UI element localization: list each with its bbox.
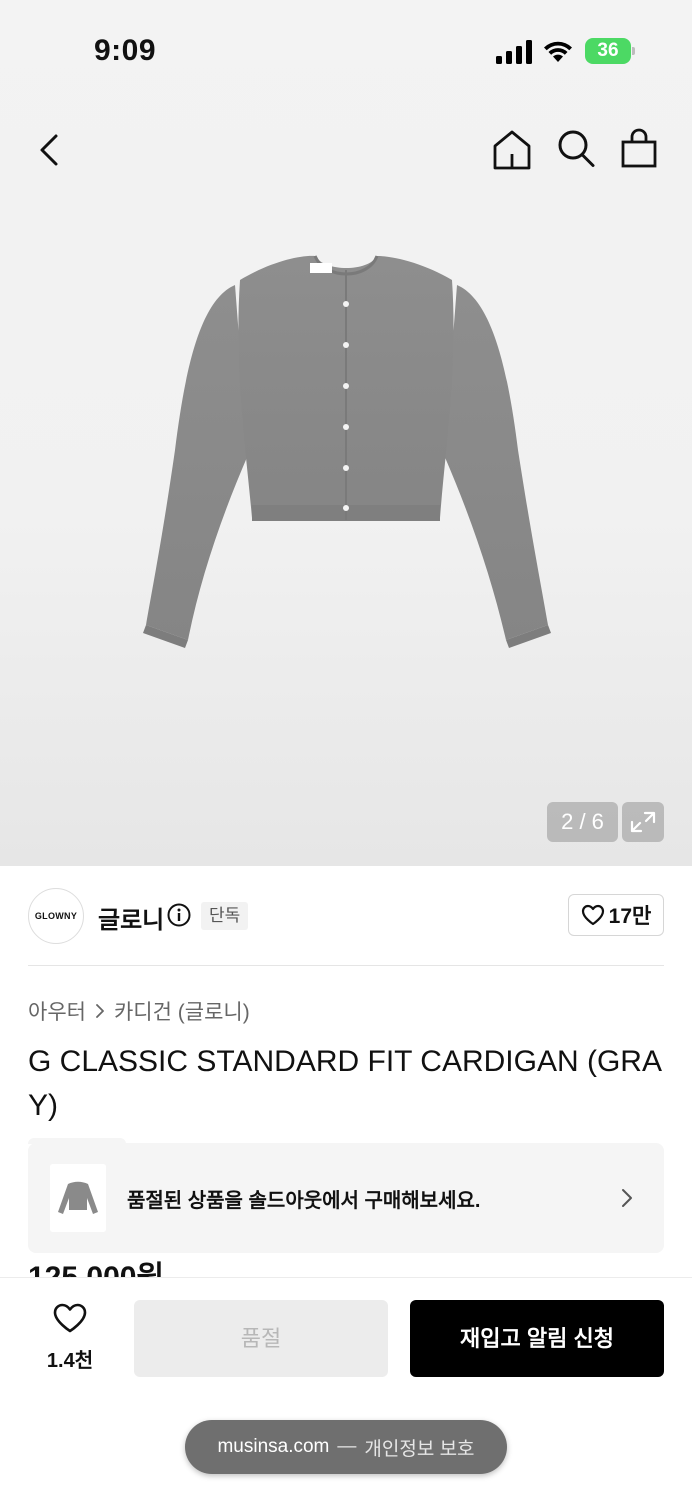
brand-logo-text: GLOWNY bbox=[34, 911, 78, 921]
brand-like-count: 17만 bbox=[608, 905, 652, 928]
back-button[interactable] bbox=[30, 130, 70, 170]
restock-alert-button[interactable]: 재입고 알림 신청 bbox=[410, 1300, 664, 1377]
image-counter: 2 / 6 bbox=[547, 802, 618, 842]
wifi-icon bbox=[544, 41, 572, 62]
soldout-banner-text: 품절된 상품을 솔드아웃에서 구매해보세요. bbox=[127, 1190, 481, 1212]
brand-logo[interactable]: GLOWNY bbox=[28, 888, 84, 944]
search-button[interactable] bbox=[555, 128, 597, 170]
brand-name[interactable]: 글로니 bbox=[98, 900, 164, 935]
divider bbox=[28, 965, 664, 966]
url-domain: musinsa.com bbox=[217, 1436, 330, 1457]
battery-indicator: 36 bbox=[585, 38, 635, 64]
breadcrumb: 아우터 카디건 (글로니) bbox=[28, 996, 250, 1026]
url-separator: — bbox=[337, 1436, 357, 1457]
banner-thumbnail bbox=[50, 1164, 106, 1232]
product-gallery[interactable]: 9:09 36 2 / 6 bbox=[0, 0, 692, 866]
info-icon[interactable] bbox=[167, 903, 191, 927]
status-bar: 9:09 36 bbox=[0, 0, 692, 100]
product-price: 125,000원 bbox=[28, 1261, 165, 1278]
heart-icon bbox=[581, 904, 604, 926]
wish-count: 1.4천 bbox=[46, 1350, 94, 1372]
soldout-button: 품절 bbox=[134, 1300, 388, 1377]
status-time: 9:09 bbox=[94, 34, 157, 67]
home-button[interactable] bbox=[490, 128, 534, 172]
soldout-banner[interactable]: 품절된 상품을 솔드아웃에서 구매해보세요. bbox=[28, 1143, 664, 1253]
wish-button[interactable]: 1.4천 bbox=[30, 1302, 110, 1374]
privacy-label: 개인정보 보호 bbox=[364, 1438, 475, 1460]
chevron-right-icon bbox=[96, 1004, 104, 1018]
heart-icon bbox=[53, 1303, 87, 1333]
product-title: G CLASSIC STANDARD FIT CARDIGAN (GRAY) bbox=[28, 1045, 662, 1122]
chevron-right-icon bbox=[622, 1189, 632, 1207]
exclusive-badge: 단독 bbox=[201, 902, 249, 930]
expand-button[interactable] bbox=[622, 802, 664, 842]
battery-level: 36 bbox=[597, 40, 619, 61]
shopping-bag-button[interactable] bbox=[618, 128, 660, 170]
breadcrumb-item-cardigan[interactable]: 카디건 (글로니) bbox=[114, 996, 250, 1026]
browser-address-pill[interactable]: musinsa.com — 개인정보 보호 bbox=[185, 1420, 507, 1474]
product-image bbox=[143, 255, 551, 648]
cellular-signal-icon bbox=[496, 40, 532, 64]
brand-like-button[interactable]: 17만 bbox=[568, 894, 664, 936]
breadcrumb-item-outer[interactable]: 아우터 bbox=[28, 996, 86, 1026]
